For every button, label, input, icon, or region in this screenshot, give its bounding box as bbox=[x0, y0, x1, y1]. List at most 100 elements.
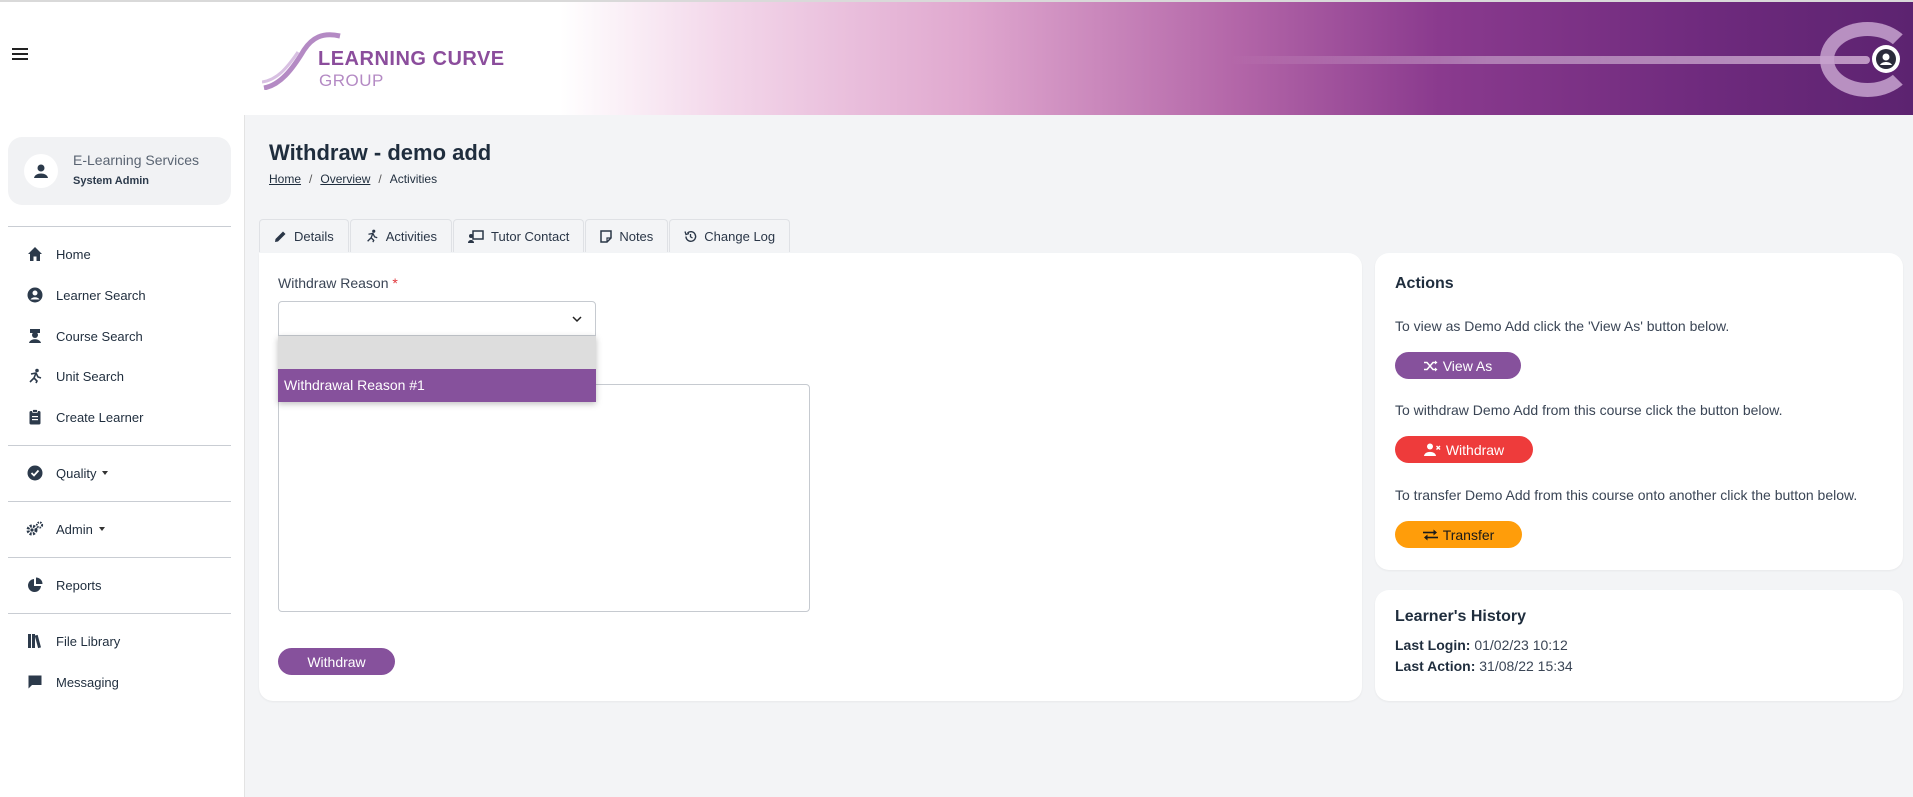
breadcrumb-overview-link[interactable]: Overview bbox=[320, 172, 370, 186]
breadcrumb: Home / Overview / Activities bbox=[269, 172, 437, 186]
sidebar-item-create-learner[interactable]: Create Learner bbox=[26, 404, 236, 430]
page-title: Withdraw - demo add bbox=[269, 140, 492, 165]
message-icon bbox=[26, 673, 44, 691]
chevron-down-icon bbox=[98, 527, 105, 531]
last-action-row: Last Action: 31/08/22 15:34 bbox=[1395, 658, 1573, 674]
actions-panel: Actions To view as Demo Add click the 'V… bbox=[1375, 253, 1903, 570]
sidebar-item-unit-search[interactable]: Unit Search bbox=[26, 363, 236, 389]
learner-history-title: Learner's History bbox=[1395, 608, 1526, 625]
history-icon bbox=[684, 230, 697, 242]
home-icon bbox=[26, 245, 44, 263]
sidebar-item-course-search[interactable]: Course Search bbox=[26, 323, 236, 349]
tab-change-log[interactable]: Change Log bbox=[669, 219, 791, 252]
withdraw-notes-textarea[interactable] bbox=[278, 384, 810, 612]
top-header: LEARNING CURVE GROUP bbox=[0, 0, 1913, 115]
view-as-label: View As bbox=[1442, 357, 1493, 374]
hamburger-menu-icon[interactable] bbox=[12, 48, 28, 62]
sidebar-item-reports[interactable]: Reports bbox=[26, 572, 236, 598]
graduate-icon bbox=[26, 327, 44, 345]
last-action-label: Last Action: bbox=[1395, 658, 1476, 674]
note-icon bbox=[600, 229, 613, 243]
header-decoration bbox=[1230, 56, 1870, 64]
withdraw-reason-label-text: Withdraw Reason bbox=[278, 275, 389, 291]
user-circle-icon bbox=[26, 286, 44, 304]
tab-label: Change Log bbox=[704, 228, 776, 244]
tab-label: Notes bbox=[619, 228, 654, 244]
withdraw-description: To withdraw Demo Add from this course cl… bbox=[1395, 402, 1783, 418]
shuffle-icon bbox=[1423, 360, 1438, 371]
sidebar-item-label: File Library bbox=[56, 633, 121, 649]
withdraw-submit-button[interactable]: Withdraw bbox=[278, 648, 395, 675]
tab-tutor-contact[interactable]: Tutor Contact bbox=[453, 219, 585, 252]
tab-activities[interactable]: Activities bbox=[349, 219, 453, 252]
transfer-button[interactable]: Transfer bbox=[1395, 521, 1522, 548]
sidebar-item-home[interactable]: Home bbox=[26, 241, 236, 267]
tab-notes[interactable]: Notes bbox=[585, 219, 669, 252]
tab-bar: Details Activities Tutor Contact Notes C… bbox=[259, 219, 791, 252]
sidebar-item-label: Reports bbox=[56, 577, 102, 593]
withdraw-action-button[interactable]: Withdraw bbox=[1395, 436, 1533, 463]
pie-chart-icon bbox=[26, 576, 44, 594]
sidebar-item-label: Create Learner bbox=[56, 409, 144, 425]
transfer-description: To transfer Demo Add from this course on… bbox=[1395, 487, 1858, 503]
last-login-row: Last Login: 01/02/23 10:12 bbox=[1395, 637, 1568, 653]
books-icon bbox=[26, 632, 44, 650]
sidebar-divider bbox=[8, 613, 231, 614]
tab-label: Details bbox=[294, 228, 334, 244]
breadcrumb-current: Activities bbox=[389, 172, 438, 186]
user-role: System Admin bbox=[73, 175, 150, 187]
sidebar-item-label: Quality bbox=[56, 465, 97, 481]
gears-icon bbox=[26, 520, 44, 538]
actions-title: Actions bbox=[1395, 275, 1454, 292]
tab-label: Tutor Contact bbox=[491, 228, 570, 244]
sidebar-divider bbox=[8, 226, 231, 227]
sidebar-item-messaging[interactable]: Messaging bbox=[26, 669, 236, 695]
user-remove-icon bbox=[1423, 443, 1441, 456]
runner-icon bbox=[26, 367, 44, 385]
sidebar-item-learner-search[interactable]: Learner Search bbox=[26, 282, 236, 308]
check-circle-icon bbox=[26, 464, 44, 482]
breadcrumb-home-link[interactable]: Home bbox=[269, 172, 301, 186]
pencil-icon bbox=[275, 231, 286, 242]
sidebar: E-Learning Services System Admin Home Le… bbox=[0, 115, 245, 797]
tab-details[interactable]: Details bbox=[259, 219, 349, 252]
sidebar-item-label: Home bbox=[56, 246, 91, 262]
view-as-button[interactable]: View As bbox=[1395, 352, 1521, 379]
chalkboard-icon bbox=[468, 229, 484, 243]
sidebar-item-label: Unit Search bbox=[56, 368, 124, 384]
sidebar-item-label: Course Search bbox=[56, 328, 143, 344]
chevron-down-icon bbox=[102, 471, 109, 475]
transfer-arrows-icon bbox=[1422, 529, 1438, 540]
account-avatar-icon[interactable] bbox=[1872, 45, 1900, 73]
logo-text-primary: LEARNING CURVE bbox=[318, 48, 505, 70]
company-logo[interactable]: LEARNING CURVE GROUP bbox=[262, 30, 504, 92]
last-login-label: Last Login: bbox=[1395, 637, 1471, 653]
sidebar-item-label: Admin bbox=[56, 521, 93, 537]
sidebar-divider bbox=[8, 445, 231, 446]
withdraw-action-label: Withdraw bbox=[1445, 441, 1505, 458]
withdraw-reason-select[interactable] bbox=[278, 301, 596, 336]
sidebar-divider bbox=[8, 557, 231, 558]
sidebar-item-label: Learner Search bbox=[56, 287, 146, 303]
breadcrumb-separator: / bbox=[378, 172, 382, 186]
dropdown-option-withdrawal-reason-1[interactable]: Withdrawal Reason #1 bbox=[278, 369, 596, 402]
chevron-down-icon bbox=[572, 316, 582, 323]
withdraw-reason-dropdown: Withdrawal Reason #1 bbox=[278, 336, 596, 402]
sidebar-item-quality[interactable]: Quality bbox=[26, 460, 236, 486]
user-avatar-icon bbox=[24, 154, 58, 188]
required-marker: * bbox=[392, 275, 398, 291]
runner-icon bbox=[366, 229, 378, 243]
tab-label: Activities bbox=[385, 228, 438, 244]
last-action-value: 31/08/22 15:34 bbox=[1479, 658, 1573, 674]
view-as-description: To view as Demo Add click the 'View As' … bbox=[1395, 318, 1730, 334]
clipboard-icon bbox=[26, 408, 44, 426]
transfer-label: Transfer bbox=[1442, 526, 1495, 543]
dropdown-option-empty[interactable] bbox=[278, 336, 596, 369]
user-card[interactable]: E-Learning Services System Admin bbox=[8, 137, 231, 205]
sidebar-item-file-library[interactable]: File Library bbox=[26, 628, 236, 654]
user-name: E-Learning Services bbox=[73, 152, 200, 168]
withdraw-reason-label: Withdraw Reason * bbox=[278, 275, 398, 291]
sidebar-item-admin[interactable]: Admin bbox=[26, 516, 236, 542]
last-login-value: 01/02/23 10:12 bbox=[1474, 637, 1568, 653]
sidebar-divider bbox=[8, 501, 231, 502]
